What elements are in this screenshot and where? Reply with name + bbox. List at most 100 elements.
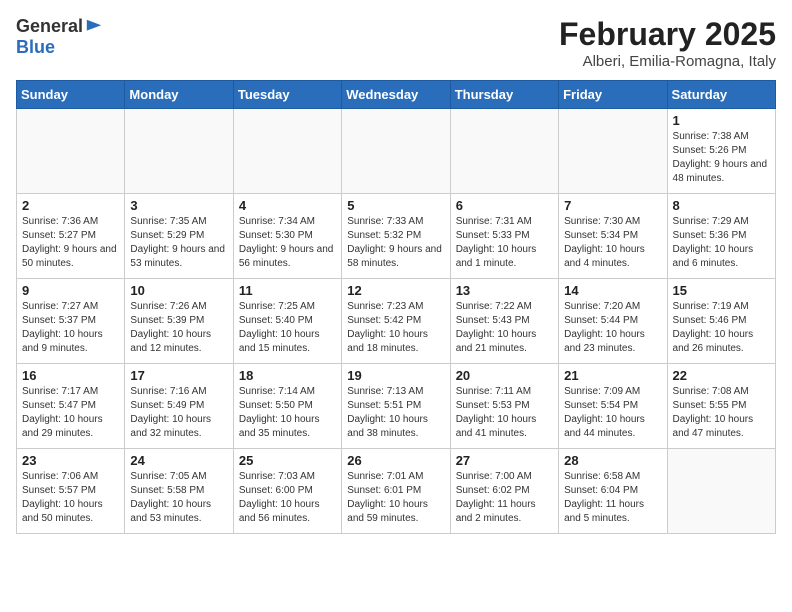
calendar-cell: [233, 109, 341, 194]
calendar-cell: [125, 109, 233, 194]
calendar-cell: 17 Sunrise: 7:16 AM Sunset: 5:49 PM Dayli…: [125, 364, 233, 449]
title-area: February 2025 Alberi, Emilia-Romagna, It…: [559, 16, 776, 70]
calendar-cell: [450, 109, 558, 194]
day-number: 11: [239, 283, 336, 298]
weekday-header-thursday: Thursday: [450, 81, 558, 109]
calendar-cell: 28 Sunrise: 6:58 AM Sunset: 6:04 PM Dayli…: [559, 449, 667, 534]
day-number: 3: [130, 198, 227, 213]
day-info: Sunrise: 7:06 AM Sunset: 5:57 PM Dayligh…: [22, 470, 119, 526]
day-number: 20: [456, 368, 553, 383]
calendar-week-row: 16 Sunrise: 7:17 AM Sunset: 5:47 PM Dayli…: [17, 364, 776, 449]
day-number: 7: [564, 198, 661, 213]
page-header: General Blue February 2025 Alberi, Emili…: [16, 16, 776, 70]
day-info: Sunrise: 7:13 AM Sunset: 5:51 PM Dayligh…: [347, 385, 444, 441]
calendar-cell: 18 Sunrise: 7:14 AM Sunset: 5:50 PM Dayli…: [233, 364, 341, 449]
calendar-cell: 26 Sunrise: 7:01 AM Sunset: 6:01 PM Dayli…: [342, 449, 450, 534]
day-info: Sunrise: 7:29 AM Sunset: 5:36 PM Dayligh…: [673, 215, 770, 271]
calendar-cell: 15 Sunrise: 7:19 AM Sunset: 5:46 PM Dayli…: [667, 279, 775, 364]
logo-flag-icon: [85, 18, 103, 36]
day-info: Sunrise: 7:23 AM Sunset: 5:42 PM Dayligh…: [347, 300, 444, 356]
day-info: Sunrise: 7:27 AM Sunset: 5:37 PM Dayligh…: [22, 300, 119, 356]
weekday-header-sunday: Sunday: [17, 81, 125, 109]
calendar-cell: 21 Sunrise: 7:09 AM Sunset: 5:54 PM Dayli…: [559, 364, 667, 449]
day-number: 24: [130, 453, 227, 468]
day-number: 15: [673, 283, 770, 298]
calendar-cell: 24 Sunrise: 7:05 AM Sunset: 5:58 PM Dayli…: [125, 449, 233, 534]
day-info: Sunrise: 7:17 AM Sunset: 5:47 PM Dayligh…: [22, 385, 119, 441]
calendar-cell: 23 Sunrise: 7:06 AM Sunset: 5:57 PM Dayli…: [17, 449, 125, 534]
day-number: 6: [456, 198, 553, 213]
logo-general-text: General: [16, 16, 83, 37]
calendar-cell: 22 Sunrise: 7:08 AM Sunset: 5:55 PM Dayli…: [667, 364, 775, 449]
day-info: Sunrise: 7:14 AM Sunset: 5:50 PM Dayligh…: [239, 385, 336, 441]
weekday-header-saturday: Saturday: [667, 81, 775, 109]
calendar-cell: 12 Sunrise: 7:23 AM Sunset: 5:42 PM Dayli…: [342, 279, 450, 364]
day-info: Sunrise: 7:38 AM Sunset: 5:26 PM Dayligh…: [673, 130, 770, 186]
day-info: Sunrise: 7:33 AM Sunset: 5:32 PM Dayligh…: [347, 215, 444, 271]
calendar-week-row: 23 Sunrise: 7:06 AM Sunset: 5:57 PM Dayli…: [17, 449, 776, 534]
weekday-header-friday: Friday: [559, 81, 667, 109]
day-info: Sunrise: 7:08 AM Sunset: 5:55 PM Dayligh…: [673, 385, 770, 441]
calendar-cell: 11 Sunrise: 7:25 AM Sunset: 5:40 PM Dayli…: [233, 279, 341, 364]
day-number: 16: [22, 368, 119, 383]
day-info: Sunrise: 7:11 AM Sunset: 5:53 PM Dayligh…: [456, 385, 553, 441]
day-info: Sunrise: 7:16 AM Sunset: 5:49 PM Dayligh…: [130, 385, 227, 441]
day-number: 22: [673, 368, 770, 383]
day-info: Sunrise: 7:35 AM Sunset: 5:29 PM Dayligh…: [130, 215, 227, 271]
location-title: Alberi, Emilia-Romagna, Italy: [559, 53, 776, 70]
calendar-cell: 3 Sunrise: 7:35 AM Sunset: 5:29 PM Daylig…: [125, 194, 233, 279]
day-number: 27: [456, 453, 553, 468]
day-info: Sunrise: 7:19 AM Sunset: 5:46 PM Dayligh…: [673, 300, 770, 356]
calendar-table: SundayMondayTuesdayWednesdayThursdayFrid…: [16, 80, 776, 534]
logo: General Blue: [16, 16, 103, 58]
day-info: Sunrise: 7:25 AM Sunset: 5:40 PM Dayligh…: [239, 300, 336, 356]
calendar-cell: 7 Sunrise: 7:30 AM Sunset: 5:34 PM Daylig…: [559, 194, 667, 279]
calendar-cell: 8 Sunrise: 7:29 AM Sunset: 5:36 PM Daylig…: [667, 194, 775, 279]
calendar-week-row: 9Sunrise: 7:27 AM Sunset: 5:37 PM Daylig…: [17, 279, 776, 364]
calendar-cell: 27 Sunrise: 7:00 AM Sunset: 6:02 PM Dayli…: [450, 449, 558, 534]
calendar-cell: 9Sunrise: 7:27 AM Sunset: 5:37 PM Daylig…: [17, 279, 125, 364]
calendar-cell: 16 Sunrise: 7:17 AM Sunset: 5:47 PM Dayli…: [17, 364, 125, 449]
calendar-cell: 4Sunrise: 7:34 AM Sunset: 5:30 PM Daylig…: [233, 194, 341, 279]
month-title: February 2025: [559, 16, 776, 53]
calendar-cell: [667, 449, 775, 534]
calendar-cell: [559, 109, 667, 194]
day-number: 14: [564, 283, 661, 298]
calendar-cell: [17, 109, 125, 194]
day-number: 8: [673, 198, 770, 213]
day-info: Sunrise: 6:58 AM Sunset: 6:04 PM Dayligh…: [564, 470, 661, 526]
day-number: 18: [239, 368, 336, 383]
calendar-cell: 1 Sunrise: 7:38 AM Sunset: 5:26 PM Daylig…: [667, 109, 775, 194]
calendar-cell: 19Sunrise: 7:13 AM Sunset: 5:51 PM Dayli…: [342, 364, 450, 449]
weekday-header-tuesday: Tuesday: [233, 81, 341, 109]
day-number: 13: [456, 283, 553, 298]
day-info: Sunrise: 7:22 AM Sunset: 5:43 PM Dayligh…: [456, 300, 553, 356]
day-info: Sunrise: 7:05 AM Sunset: 5:58 PM Dayligh…: [130, 470, 227, 526]
day-number: 28: [564, 453, 661, 468]
calendar-cell: 13 Sunrise: 7:22 AM Sunset: 5:43 PM Dayli…: [450, 279, 558, 364]
day-info: Sunrise: 7:09 AM Sunset: 5:54 PM Dayligh…: [564, 385, 661, 441]
day-info: Sunrise: 7:30 AM Sunset: 5:34 PM Dayligh…: [564, 215, 661, 271]
day-number: 4: [239, 198, 336, 213]
calendar-cell: 25Sunrise: 7:03 AM Sunset: 6:00 PM Dayli…: [233, 449, 341, 534]
day-number: 25: [239, 453, 336, 468]
calendar-cell: 5 Sunrise: 7:33 AM Sunset: 5:32 PM Daylig…: [342, 194, 450, 279]
day-number: 21: [564, 368, 661, 383]
calendar-cell: 2Sunrise: 7:36 AM Sunset: 5:27 PM Daylig…: [17, 194, 125, 279]
day-number: 12: [347, 283, 444, 298]
day-info: Sunrise: 7:31 AM Sunset: 5:33 PM Dayligh…: [456, 215, 553, 271]
day-info: Sunrise: 7:36 AM Sunset: 5:27 PM Dayligh…: [22, 215, 119, 271]
day-info: Sunrise: 7:26 AM Sunset: 5:39 PM Dayligh…: [130, 300, 227, 356]
day-info: Sunrise: 7:00 AM Sunset: 6:02 PM Dayligh…: [456, 470, 553, 526]
calendar-cell: 20 Sunrise: 7:11 AM Sunset: 5:53 PM Dayli…: [450, 364, 558, 449]
day-number: 5: [347, 198, 444, 213]
calendar-cell: 6 Sunrise: 7:31 AM Sunset: 5:33 PM Daylig…: [450, 194, 558, 279]
day-info: Sunrise: 7:01 AM Sunset: 6:01 PM Dayligh…: [347, 470, 444, 526]
day-number: 1: [673, 113, 770, 128]
day-info: Sunrise: 7:20 AM Sunset: 5:44 PM Dayligh…: [564, 300, 661, 356]
day-number: 26: [347, 453, 444, 468]
calendar-header-row: SundayMondayTuesdayWednesdayThursdayFrid…: [17, 81, 776, 109]
day-number: 17: [130, 368, 227, 383]
weekday-header-wednesday: Wednesday: [342, 81, 450, 109]
day-number: 23: [22, 453, 119, 468]
